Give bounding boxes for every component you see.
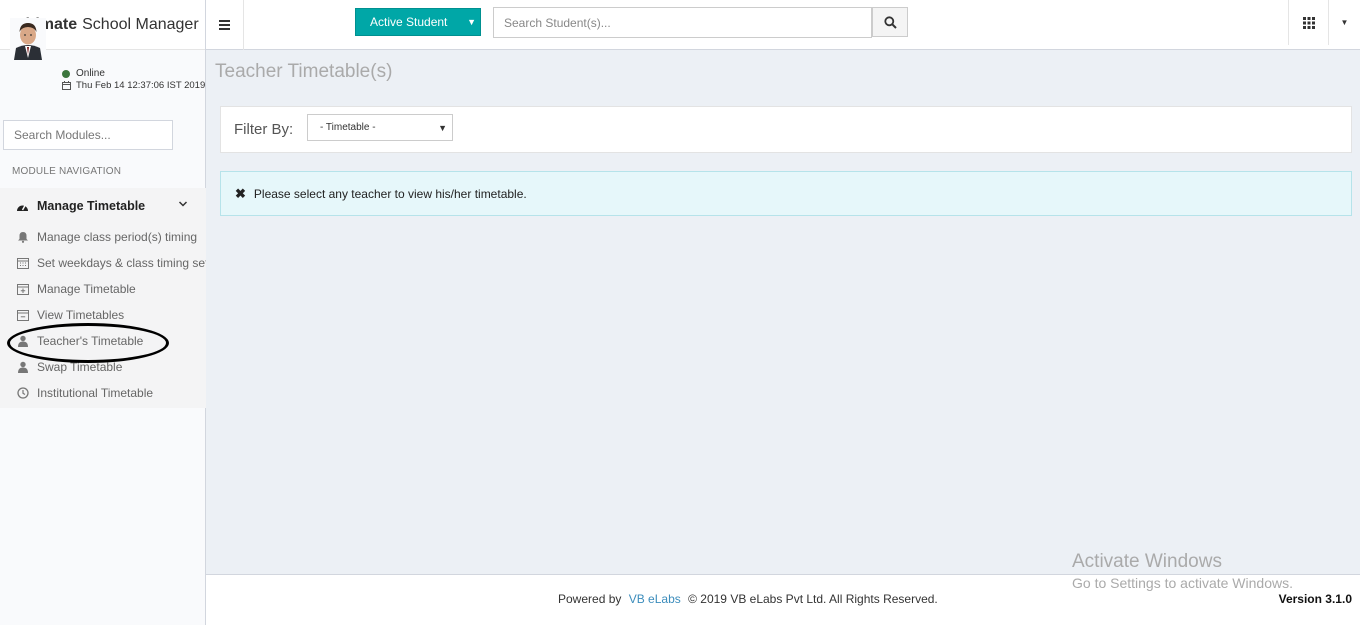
caret-down-icon: ▼ <box>1340 18 1349 27</box>
sidebar-toggle-button[interactable] <box>206 0 244 50</box>
calendar-icon <box>17 258 29 269</box>
activate-windows-subtitle: Go to Settings to activate Windows. <box>1072 575 1293 591</box>
caret-down-icon: ▼ <box>467 17 476 27</box>
user-icon <box>18 361 28 373</box>
sidebar-item-teachers-timetable[interactable]: Teacher's Timetable <box>0 328 206 354</box>
timetable-select-value: - Timetable - <box>320 122 376 133</box>
powered-by-text: Powered by <box>558 592 622 606</box>
sidebar-item-weekdays-timing-sets[interactable]: Set weekdays & class timing sets <box>0 250 206 276</box>
sidebar-item-manage-timetable[interactable]: Manage Timetable <box>0 276 206 302</box>
footer-credits: Powered by VB eLabs © 2019 VB eLabs Pvt … <box>558 592 938 606</box>
online-dot-icon <box>62 69 70 78</box>
info-alert: ✖ Please select any teacher to view his/… <box>220 171 1352 216</box>
footer: Activate Windows Go to Settings to activ… <box>206 551 1360 625</box>
avatar <box>10 18 46 60</box>
timetable-select[interactable]: - Timetable - ▼ <box>307 114 453 141</box>
search-button[interactable] <box>872 7 908 37</box>
search-students-input[interactable] <box>493 7 872 38</box>
menu-title-label: Manage Timetable <box>37 199 146 213</box>
sidebar-item-label: Institutional Timetable <box>37 386 154 400</box>
search-modules-input[interactable] <box>3 120 173 150</box>
sidebar-item-view-timetables[interactable]: View Timetables <box>0 302 206 328</box>
grid-icon <box>1302 16 1315 29</box>
calendar-icon <box>62 81 71 90</box>
dashboard-icon <box>17 204 28 211</box>
sidebar-item-label: View Timetables <box>37 308 125 322</box>
version-label: Version 3.1.0 <box>1278 592 1352 606</box>
search-icon <box>883 15 897 29</box>
company-link[interactable]: VB eLabs <box>629 592 681 606</box>
page-title: Teacher Timetable(s) <box>215 61 393 82</box>
manage-timetable-menu: Manage Timetable Manage class period(s) … <box>0 188 206 408</box>
menu-manage-timetable[interactable]: Manage Timetable <box>0 188 206 224</box>
caret-down-icon: ▼ <box>438 123 447 133</box>
current-datetime: Thu Feb 14 12:37:06 IST 2019 <box>62 80 205 91</box>
datetime-text: Thu Feb 14 12:37:06 IST 2019 <box>76 80 206 91</box>
active-student-label: Active Student <box>370 15 448 29</box>
active-student-dropdown[interactable]: Active Student ▼ <box>355 8 481 36</box>
filter-label: Filter By: <box>234 121 294 138</box>
calendar-plus-icon <box>17 284 29 295</box>
sidebar-item-label: Set weekdays & class timing sets <box>37 256 206 270</box>
apps-button[interactable] <box>1288 0 1328 45</box>
online-label: Online <box>76 68 105 79</box>
sidebar-item-label: Swap Timetable <box>37 360 123 374</box>
timetable-submenu: Manage class period(s) timing Set weekda… <box>0 224 206 406</box>
user-menu-dropdown[interactable]: ▼ <box>1328 0 1360 45</box>
brand-rest: School Manager <box>82 15 199 33</box>
sidebar-item-label: Teacher's Timetable <box>37 334 144 348</box>
module-navigation-header: MODULE NAVIGATION <box>12 166 122 177</box>
sidebar-item-label: Manage Timetable <box>37 282 136 296</box>
bell-icon <box>18 232 28 243</box>
copyright-text: © 2019 VB eLabs Pvt Ltd. All Rights Rese… <box>688 592 938 606</box>
sidebar-item-label: Manage class period(s) timing <box>37 230 198 244</box>
activate-windows-title: Activate Windows <box>1072 551 1222 572</box>
sidebar-item-class-period-timing[interactable]: Manage class period(s) timing <box>0 224 206 250</box>
clock-icon <box>17 387 29 399</box>
chevron-down-icon <box>178 201 188 207</box>
online-status: Online <box>62 68 105 79</box>
alert-message: Please select any teacher to view his/he… <box>253 186 527 201</box>
user-icon <box>18 335 28 347</box>
hamburger-icon <box>219 20 230 30</box>
sidebar-item-swap-timetable[interactable]: Swap Timetable <box>0 354 206 380</box>
close-icon[interactable]: ✖ <box>235 186 246 202</box>
sidebar-item-institutional-timetable[interactable]: Institutional Timetable <box>0 380 206 406</box>
calendar-minus-icon <box>17 310 29 321</box>
top-navbar: Active Student ▼ ▼ <box>206 0 1360 50</box>
filter-panel: Filter By: - Timetable - ▼ <box>220 106 1352 153</box>
sidebar: Ultimate School Manager Online Thu Feb 1… <box>0 0 206 625</box>
